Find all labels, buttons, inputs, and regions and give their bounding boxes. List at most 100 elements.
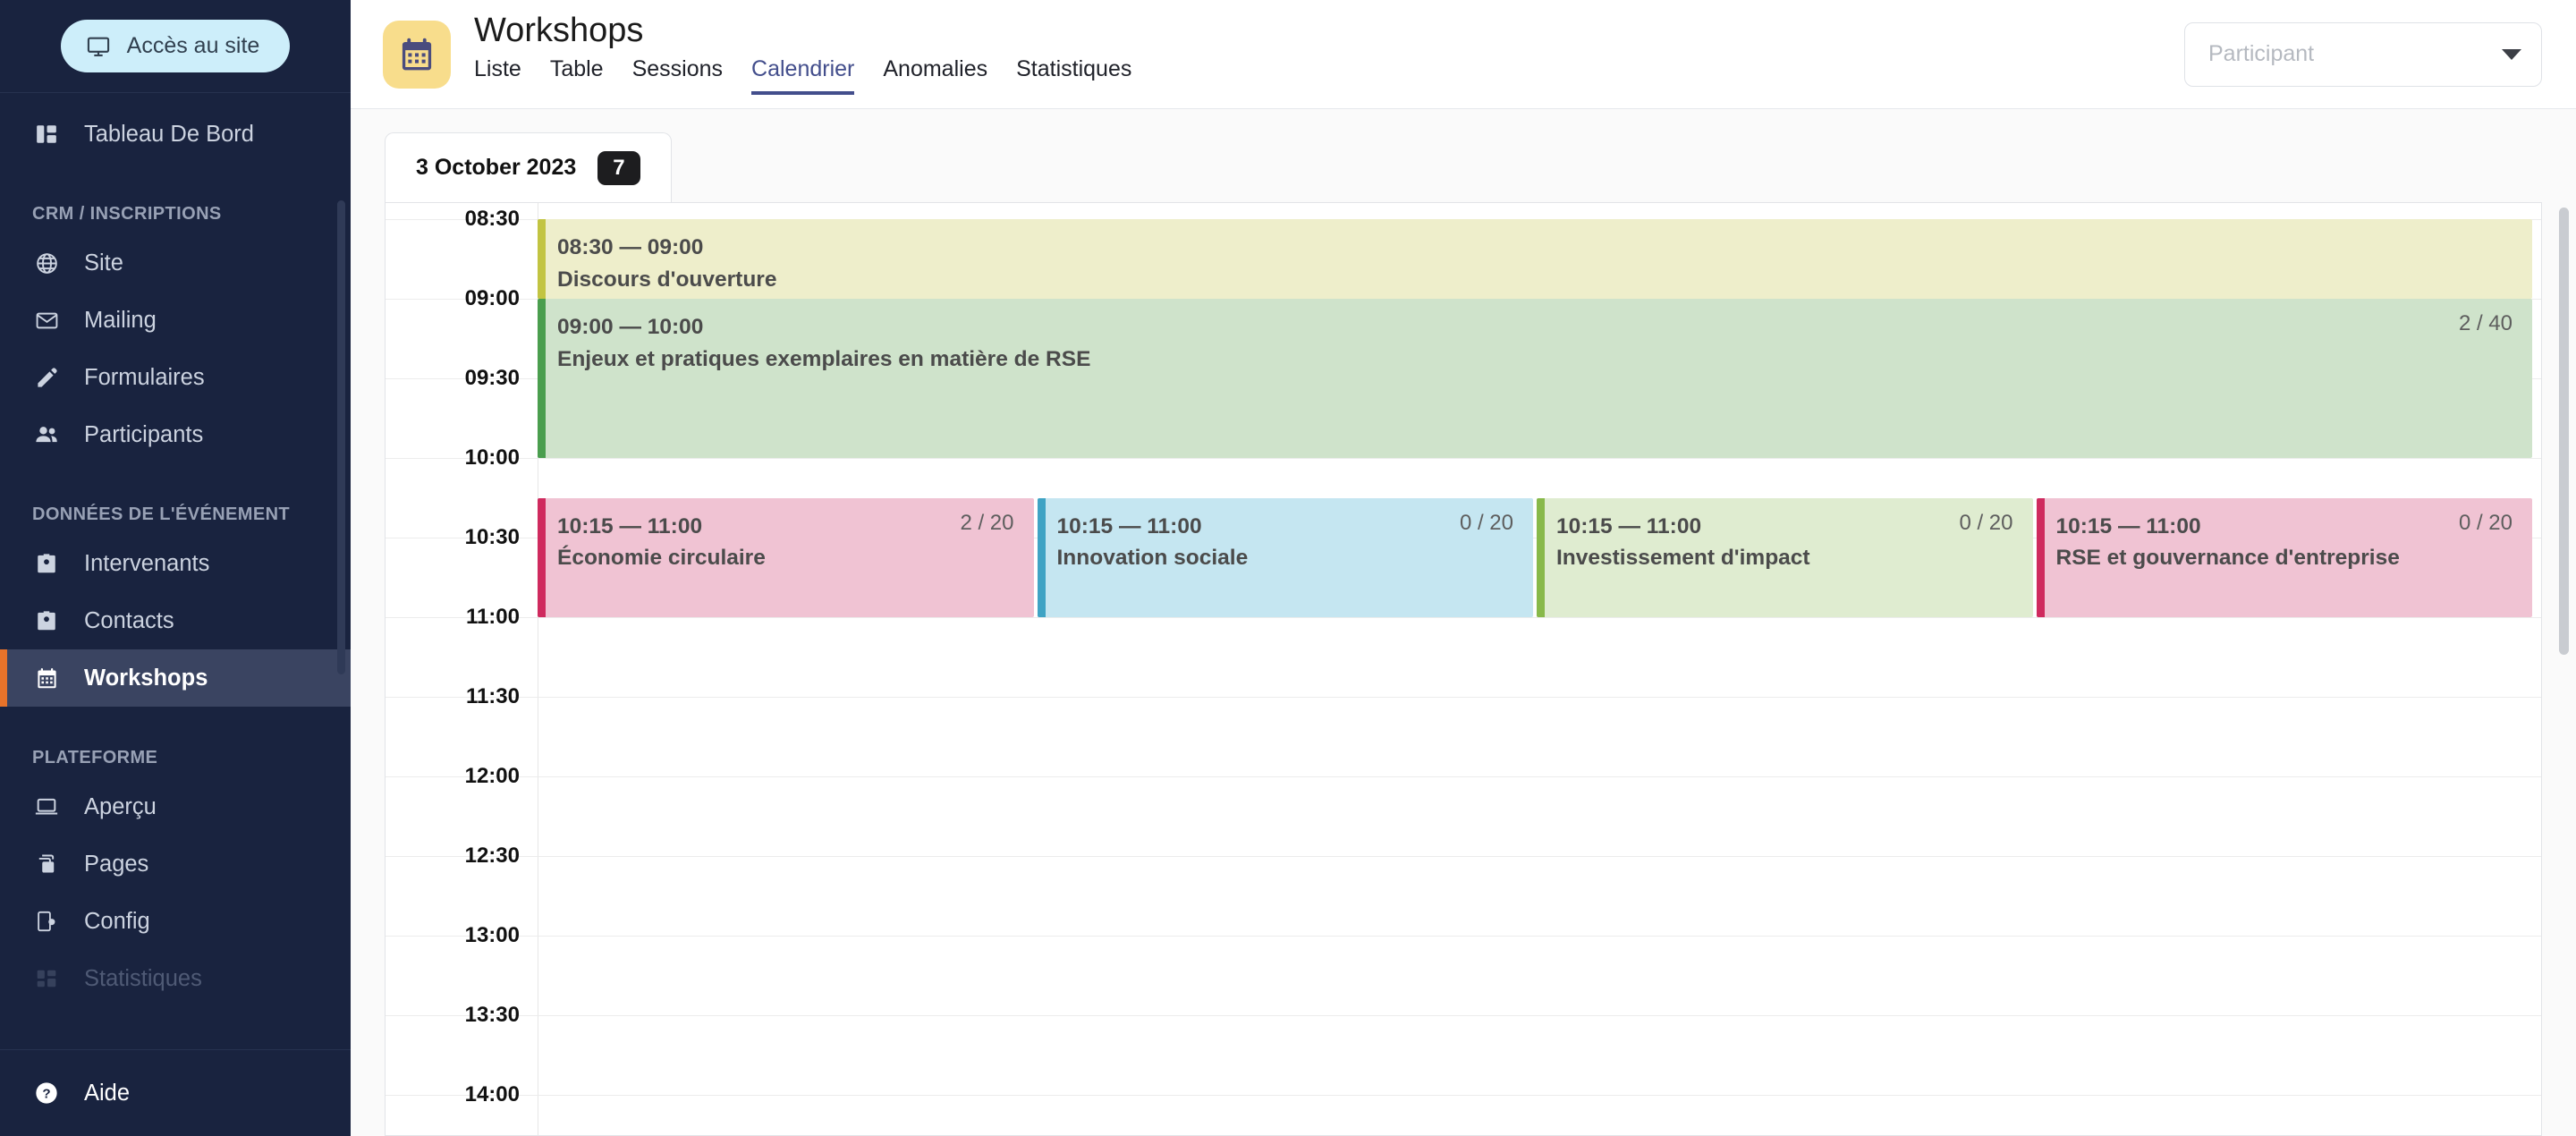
sidebar-scrollbar[interactable]: [337, 200, 345, 674]
sidebar-item-label: Site: [84, 250, 123, 276]
page-header: Workshops Liste Table Sessions Calendrie…: [351, 0, 2576, 109]
event-color-bar: [1038, 498, 1046, 618]
sidebar-section-event-data: DONNÉES DE L'ÉVÉNEMENT: [0, 494, 351, 535]
copy-icon: [32, 852, 61, 876]
day-tab-badge: 7: [597, 151, 640, 185]
day-tab-3-october-2023[interactable]: 3 October 2023 7: [385, 132, 672, 202]
sidebar-item-label: Formulaires: [84, 365, 205, 391]
calendar-day-tabs: 3 October 2023 7: [385, 132, 2542, 202]
hour-gridline: [386, 1095, 2541, 1096]
day-tab-label: 3 October 2023: [416, 155, 576, 181]
sidebar-footer: ? Aide: [0, 1049, 351, 1136]
sidebar-item-label: Contacts: [84, 608, 174, 634]
hour-label: 13:00: [386, 923, 520, 948]
hour-label: 09:00: [386, 286, 520, 311]
tab-sessions[interactable]: Sessions: [632, 56, 723, 95]
event-time: 10:15 — 11:00: [2056, 511, 2513, 543]
sidebar-item-label: Statistiques: [84, 966, 202, 992]
sidebar-item-label: Aperçu: [84, 794, 157, 820]
hour-label: 09:30: [386, 366, 520, 391]
event-capacity: 0 / 20: [1460, 511, 1513, 536]
sidebar-item-participants[interactable]: Participants: [0, 406, 351, 463]
event-color-bar: [1537, 498, 1545, 618]
event-time: 10:15 — 11:00: [1556, 511, 2013, 543]
sidebar-item-site[interactable]: Site: [0, 234, 351, 292]
tab-statistiques[interactable]: Statistiques: [1016, 56, 1131, 95]
site-access-label: Accès au site: [127, 33, 260, 59]
title-block: Workshops Liste Table Sessions Calendrie…: [474, 13, 1131, 95]
pencil-icon: [32, 366, 61, 390]
calendar-wrapper: 3 October 2023 7 08:30 09:00 09:30 10:00 10:…: [351, 109, 2576, 1136]
badge-person-icon: [32, 609, 61, 632]
svg-text:?: ?: [42, 1086, 50, 1101]
sidebar-item-workshops[interactable]: Workshops: [0, 649, 351, 707]
event-color-bar: [538, 498, 546, 618]
sidebar-item-statistiques[interactable]: Statistiques: [0, 950, 351, 1007]
calendar-event[interactable]: 10:15 — 11:00Innovation sociale0 / 20: [1038, 498, 1534, 618]
calendar-event[interactable]: 08:30 — 09:00Discours d'ouverture: [538, 219, 2532, 299]
calendar-event[interactable]: 09:00 — 10:00Enjeux et pratiques exempla…: [538, 299, 2532, 458]
site-access-button[interactable]: Accès au site: [61, 20, 291, 72]
hour-label: 10:30: [386, 525, 520, 550]
event-title: Enjeux et pratiques exemplaires en matiè…: [557, 343, 2512, 376]
sidebar-item-intervenants[interactable]: Intervenants: [0, 535, 351, 592]
tab-anomalies[interactable]: Anomalies: [883, 56, 987, 95]
sidebar-item-aide[interactable]: ? Aide: [0, 1050, 130, 1136]
workshops-app-icon: [383, 21, 451, 89]
hour-label: 12:30: [386, 844, 520, 869]
hour-gridline: [386, 458, 2541, 459]
tab-liste[interactable]: Liste: [474, 56, 521, 95]
event-time: 08:30 — 09:00: [557, 232, 2512, 264]
hour-label: 14:00: [386, 1082, 520, 1107]
badge-person-icon: [32, 552, 61, 575]
event-capacity: 2 / 20: [960, 511, 1013, 536]
sidebar-item-mailing[interactable]: Mailing: [0, 292, 351, 349]
nav-spacer: [0, 707, 351, 737]
sidebar-item-apercu[interactable]: Aperçu: [0, 778, 351, 835]
hour-label: 08:30: [386, 207, 520, 232]
event-title: Discours d'ouverture: [557, 264, 2512, 296]
tab-calendrier[interactable]: Calendrier: [751, 56, 854, 95]
calendar-event[interactable]: 10:15 — 11:00RSE et gouvernance d'entrep…: [2037, 498, 2533, 618]
nav-spacer: [0, 163, 351, 193]
help-icon: ?: [32, 1081, 61, 1106]
people-icon: [32, 422, 61, 447]
sidebar-item-tableau-de-bord[interactable]: Tableau De Bord: [0, 106, 351, 163]
sidebar-item-contacts[interactable]: Contacts: [0, 592, 351, 649]
event-capacity: 2 / 40: [2459, 311, 2512, 336]
event-color-bar: [538, 299, 546, 458]
app-root: Accès au site Tableau De Bord CRM / INSC…: [0, 0, 2576, 1136]
participant-select[interactable]: Participant: [2184, 22, 2542, 87]
sidebar-item-pages[interactable]: Pages: [0, 835, 351, 893]
stats-icon: [32, 967, 61, 990]
calendar-event[interactable]: 10:15 — 11:00Économie circulaire2 / 20: [538, 498, 1034, 618]
calendar-scrollbar[interactable]: [2559, 208, 2569, 655]
sidebar-item-label: Tableau De Bord: [84, 122, 254, 148]
event-color-bar: [538, 219, 546, 299]
sidebar-item-formulaires[interactable]: Formulaires: [0, 349, 351, 406]
hour-gridline: [386, 697, 2541, 698]
tab-table[interactable]: Table: [550, 56, 604, 95]
participant-select-value: Participant: [2208, 41, 2314, 67]
monitor-icon: [86, 34, 111, 59]
sidebar-header: Accès au site: [0, 0, 351, 93]
dashboard-icon: [32, 123, 61, 146]
event-time: 10:15 — 11:00: [557, 511, 1014, 543]
sidebar-item-config[interactable]: Config: [0, 893, 351, 950]
event-capacity: 0 / 20: [1959, 511, 2012, 536]
sidebar-item-label: Config: [84, 909, 150, 935]
header-right: Participant: [2184, 22, 2542, 87]
calendar-event[interactable]: 10:15 — 11:00Investissement d'impact 0 / …: [1537, 498, 2033, 618]
event-title: Investissement d'impact: [1556, 542, 2013, 574]
event-title: RSE et gouvernance d'entreprise: [2056, 542, 2513, 574]
hour-gridline: [386, 936, 2541, 937]
sidebar: Accès au site Tableau De Bord CRM / INSC…: [0, 0, 351, 1136]
main-area: Workshops Liste Table Sessions Calendrie…: [351, 0, 2576, 1136]
view-tabs: Liste Table Sessions Calendrier Anomalie…: [474, 56, 1131, 95]
sidebar-item-label: Participants: [84, 422, 203, 448]
hour-label: 10:00: [386, 445, 520, 471]
sidebar-nav: Tableau De Bord CRM / INSCRIPTIONS Site: [0, 93, 351, 1049]
calendar-grid: 08:3009:0009:3010:0010:3011:0011:3012:00…: [386, 203, 2541, 1136]
sidebar-section-crm: CRM / INSCRIPTIONS: [0, 193, 351, 234]
laptop-icon: [32, 794, 61, 819]
